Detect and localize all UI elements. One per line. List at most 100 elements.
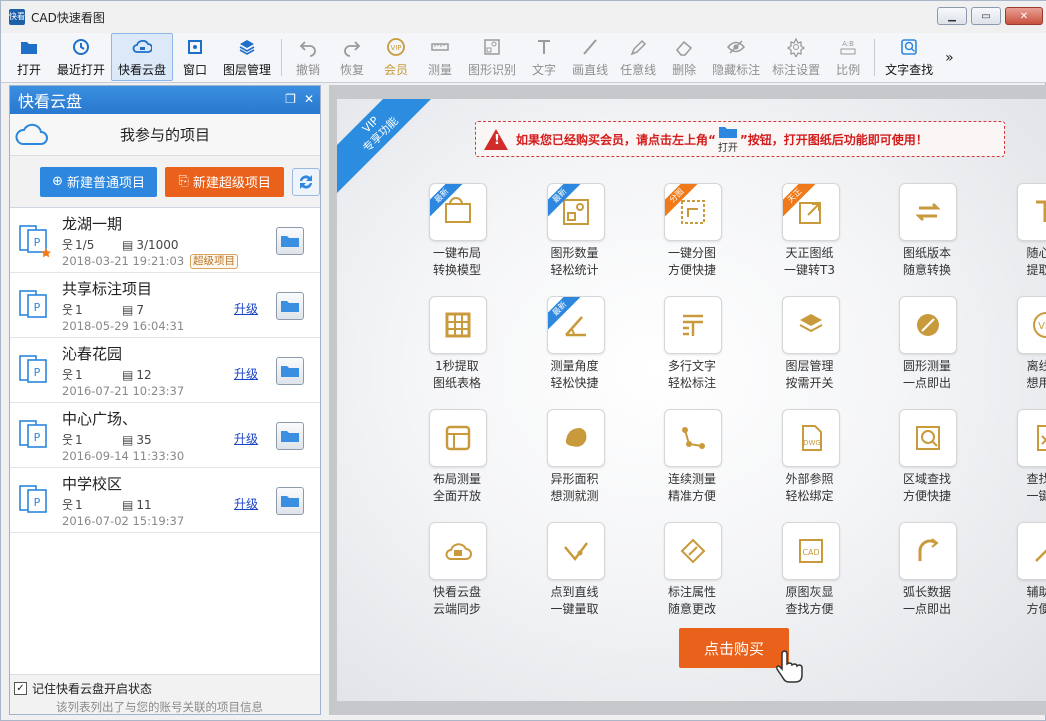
minimize-button[interactable]: ▁ (937, 7, 967, 25)
new-normal-project-button[interactable]: ⊕ 新建普通项目 (40, 166, 158, 197)
vip-feature-tile[interactable]: 查找结一键导 (995, 409, 1046, 519)
feature-icon-box[interactable] (546, 409, 605, 467)
toolbar-eraser-button[interactable]: 删除 (662, 33, 706, 81)
new-super-project-button[interactable]: ⎘ 新建超级项目 (165, 166, 285, 197)
upgrade-link[interactable]: 升级 (234, 300, 258, 317)
toolbar-text-search-button[interactable]: 文字查找 (879, 33, 939, 81)
vip-feature-tile[interactable]: 圆形测量 一点即出 (877, 296, 977, 406)
open-project-button[interactable] (276, 422, 304, 450)
feature-icon-box[interactable]: CAD (781, 522, 840, 580)
vip-feature-tile[interactable]: 随心所提取文 (995, 183, 1046, 293)
checkbox-box[interactable]: ✓ (14, 682, 27, 695)
restore-panel-icon[interactable]: ❐ (285, 92, 296, 106)
toolbar-open-folder-button[interactable]: 打开 (7, 33, 51, 81)
vip-feature-tile[interactable]: 布局测量 全面开放 (407, 409, 507, 519)
feature-icon-box[interactable] (429, 409, 487, 467)
vip-feature-tile[interactable]: 1秒提取 图纸表格 (407, 296, 507, 406)
vip-feature-tile[interactable]: 连续测量 精准方便 (642, 409, 742, 519)
open-project-button[interactable] (276, 357, 304, 385)
toolbar-layers-button[interactable]: 图层管理 (217, 33, 277, 81)
vip-feature-tile[interactable]: 多行文字 轻松标注 (642, 296, 742, 406)
upgrade-link[interactable]: 升级 (234, 495, 258, 512)
feature-icon-box[interactable] (664, 296, 722, 354)
toolbar-undo-button[interactable]: 撤销 (286, 33, 330, 81)
toolbar-cloud-drive-button[interactable]: 快看云盘 (111, 33, 174, 81)
toolbar-redo-button[interactable]: 恢复 (330, 33, 374, 81)
feature-icon-box[interactable]: 分图 (664, 183, 722, 241)
feature-label-line2: 想用就 (1026, 376, 1046, 390)
feature-icon-box[interactable]: 最新 (546, 296, 605, 354)
feature-icon-box[interactable] (1016, 183, 1046, 241)
vip-feature-tile[interactable]: 最新 测量角度 轻松快捷 (525, 296, 625, 406)
vip-feature-tile[interactable]: 点到直线 一键量取 (525, 522, 625, 632)
vip-feature-tile[interactable]: 图层管理 按需开关 (760, 296, 860, 406)
close-panel-icon[interactable]: ✕ (304, 92, 314, 106)
open-project-button[interactable] (276, 292, 304, 320)
vip-feature-tile[interactable]: 标注属性 随意更改 (642, 522, 742, 632)
feature-icon-box[interactable] (429, 522, 487, 580)
feature-icon-box[interactable] (1016, 409, 1046, 467)
feature-icon-box[interactable]: VIP (1016, 296, 1046, 354)
open-folder-icon (281, 431, 299, 442)
refresh-button[interactable] (292, 167, 320, 196)
feature-icon-box[interactable] (899, 409, 957, 467)
toolbar-text-button[interactable]: 文字 (522, 33, 566, 81)
project-list-item[interactable]: P 中学校区 웃1 ▤ 11 2016-07-02 15:19:37 升级 (10, 468, 320, 533)
vip-feature-tile[interactable]: 异形面积 想测就测 (525, 409, 625, 519)
vip-feature-tile[interactable]: 图纸版本 随意转换 (877, 183, 977, 293)
upgrade-link[interactable]: 升级 (234, 430, 258, 447)
project-list-item[interactable]: P 中心广场、 웃1 ▤ 35 2016-09-14 11:33:30 升级 (10, 403, 320, 468)
toolbar-window-button[interactable]: 窗口 (173, 33, 217, 81)
feature-label-line2: 一键导 (1026, 489, 1046, 503)
project-list-item[interactable]: P 共享标注项目 웃1 ▤ 7 2018-05-29 16:04:31 升级 (10, 273, 320, 338)
layers-icon (239, 39, 255, 55)
feature-icon-box[interactable] (546, 522, 605, 580)
project-list-item[interactable]: P 沁春花园 웃1 ▤ 12 2016-07-21 10:23:37 升级 (10, 338, 320, 403)
feature-icon-box[interactable] (664, 409, 722, 467)
toolbar-scale-ratio-button[interactable]: A:B 比例 (826, 33, 870, 81)
vip-feature-tile[interactable]: VIP 离线VI 想用就 (995, 296, 1046, 406)
buy-button[interactable]: 点击购买 (679, 628, 789, 668)
feature-icon-box[interactable]: 最新 (546, 183, 605, 241)
toolbar-line-button[interactable]: 画直线 (566, 33, 614, 81)
toolbar-annotation-settings-button[interactable]: 标注设置 (766, 33, 826, 81)
vip-feature-tile[interactable]: 区域查找 方便快捷 (877, 409, 977, 519)
feature-icon-box[interactable]: 天正 (781, 183, 840, 241)
feature-icon-box[interactable] (1016, 522, 1046, 580)
vip-feature-tile[interactable]: 分图 一键分图 方便快捷 (642, 183, 742, 293)
toolbar-recent-clock-button[interactable]: 最近打开 (51, 33, 111, 81)
vip-feature-tile[interactable]: 弧长数据 一点即出 (877, 522, 977, 632)
notice-open-hint: 打开 (718, 125, 738, 154)
feature-icon-box[interactable] (781, 296, 840, 354)
project-list-item[interactable]: P 龙湖一期 웃 1/5 ▤ 3/1000 2018-03-21 19:21:03 … (10, 208, 320, 273)
vip-feature-tile[interactable]: DWG 外部参照 轻松绑定 (760, 409, 860, 519)
vip-feature-tile[interactable]: 最新 图形数量 轻松统计 (525, 183, 625, 293)
vip-feature-tile[interactable]: 辅助直方便简 (995, 522, 1046, 632)
upgrade-link[interactable]: 升级 (234, 365, 258, 382)
panel-title: 快看云盘 (18, 92, 83, 111)
feature-icon-box[interactable] (899, 522, 957, 580)
toolbar-shape-recognize-button[interactable]: 图形识别 (462, 33, 522, 81)
open-project-button[interactable] (276, 227, 304, 255)
toolbar-more-button[interactable]: » (939, 33, 960, 82)
toolbar-ruler-button[interactable]: 测量 (418, 33, 462, 81)
vip-feature-tile[interactable]: 天正 天正图纸 一键转T3 (760, 183, 860, 293)
toolbar-freehand-pen-button[interactable]: 任意线 (614, 33, 662, 81)
feature-icon-box[interactable]: DWG (781, 409, 840, 467)
feature-icon-box[interactable]: 最新 (429, 183, 487, 241)
open-project-button[interactable] (276, 487, 304, 515)
feature-icon-box[interactable] (899, 183, 957, 241)
close-button[interactable]: ✕ (1005, 7, 1043, 25)
feature-icon-box[interactable] (429, 296, 487, 354)
feature-label-line2: 查找方便 (785, 602, 834, 616)
toolbar-vip-button[interactable]: VIP 会员 (374, 33, 418, 81)
feature-icon-box[interactable] (899, 296, 957, 354)
vip-feature-tile[interactable]: CAD 原图灰显 查找方便 (760, 522, 860, 632)
vip-feature-tile[interactable]: 快看云盘 云端同步 (407, 522, 507, 632)
recent-clock-icon (73, 38, 89, 55)
maximize-button[interactable]: ▭ (971, 7, 1001, 25)
vip-feature-tile[interactable]: 最新 一键布局 转换模型 (407, 183, 507, 293)
remember-state-checkbox[interactable]: ✓ 记住快看云盘开启状态 (14, 680, 152, 697)
toolbar-hide-eye-button[interactable]: 隐藏标注 (706, 33, 766, 81)
feature-icon-box[interactable] (664, 522, 722, 580)
